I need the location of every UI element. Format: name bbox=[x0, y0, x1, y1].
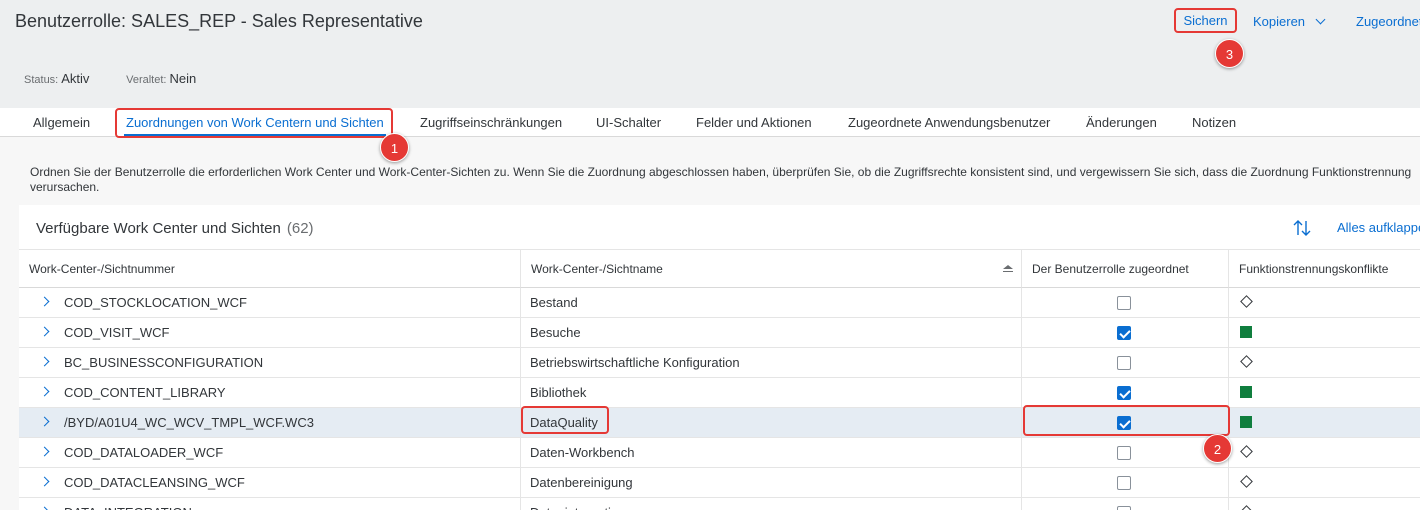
assigned-checkbox[interactable] bbox=[1117, 446, 1131, 460]
tab-fields-actions[interactable]: Felder und Aktionen bbox=[696, 115, 812, 130]
conflict-unknown-diamond-icon bbox=[1240, 445, 1253, 458]
assigned-checkbox[interactable] bbox=[1117, 326, 1131, 340]
cell-number: COD_DATALOADER_WCF bbox=[19, 438, 521, 467]
table-row[interactable]: DATA_INTEGRATION Datenintegration bbox=[19, 498, 1420, 510]
row-name: Betriebswirtschaftliche Konfiguration bbox=[530, 355, 740, 370]
tab-general[interactable]: Allgemein bbox=[33, 115, 90, 130]
assigned-checkbox[interactable] bbox=[1117, 506, 1131, 510]
step-badge-1: 1 bbox=[380, 133, 409, 162]
cell-name: Daten-Workbench bbox=[521, 438, 1022, 467]
copy-label: Kopieren bbox=[1253, 14, 1306, 29]
cell-number: DATA_INTEGRATION bbox=[19, 498, 521, 510]
row-name: Bibliothek bbox=[530, 385, 587, 400]
cell-number: COD_DATACLEANSING_WCF bbox=[19, 468, 521, 497]
column-header-name-label: Work-Center-/Sichtname bbox=[531, 262, 663, 276]
cell-name: Bibliothek bbox=[521, 378, 1022, 407]
column-header-name[interactable]: Work-Center-/Sichtname bbox=[521, 250, 1022, 288]
step-badge-2: 2 bbox=[1203, 434, 1232, 463]
status-value: Aktiv bbox=[61, 71, 90, 86]
cell-number: COD_STOCKLOCATION_WCF bbox=[19, 288, 521, 317]
chevron-down-icon bbox=[1315, 14, 1326, 25]
row-number: BC_BUSINESSCONFIGURATION bbox=[64, 355, 264, 370]
no-conflict-status-icon bbox=[1240, 386, 1252, 398]
cell-name: Bestand bbox=[521, 288, 1022, 317]
cell-name: Besuche bbox=[521, 318, 1022, 347]
table-row[interactable]: COD_CONTENT_LIBRARY Bibliothek bbox=[19, 378, 1420, 408]
cell-number: /BYD/A01U4_WC_WCV_TMPL_WCF.WC3 bbox=[19, 408, 521, 437]
obsolete-label: Veraltet: bbox=[126, 74, 167, 86]
no-conflict-status-icon bbox=[1240, 326, 1252, 338]
tab-notes[interactable]: Notizen bbox=[1192, 115, 1236, 130]
chevron-right-icon[interactable] bbox=[39, 476, 50, 487]
table-toolbar: Verfügbare Work Center und Sichten (62) A… bbox=[19, 205, 1420, 250]
row-name: Besuche bbox=[530, 325, 581, 340]
column-header-number[interactable]: Work-Center-/Sichtnummer bbox=[19, 250, 521, 288]
sort-ascending-icon bbox=[1003, 265, 1013, 272]
chevron-right-icon[interactable] bbox=[39, 356, 50, 367]
cell-number: COD_VISIT_WCF bbox=[19, 318, 521, 347]
assigned-checkbox[interactable] bbox=[1117, 296, 1131, 310]
instruction-text: Ordnen Sie der Benutzerrolle die erforde… bbox=[30, 165, 1412, 194]
cell-name: Betriebswirtschaftliche Konfiguration bbox=[521, 348, 1022, 377]
cell-number: COD_CONTENT_LIBRARY bbox=[19, 378, 521, 407]
chevron-right-icon[interactable] bbox=[39, 326, 50, 337]
no-conflict-status-icon bbox=[1240, 416, 1252, 428]
chevron-right-icon[interactable] bbox=[39, 386, 50, 397]
cell-name: Datenbereinigung bbox=[521, 468, 1022, 497]
assigned-checkbox[interactable] bbox=[1117, 386, 1131, 400]
status-label: Status: bbox=[24, 74, 59, 86]
work-center-table: Verfügbare Work Center und Sichten (62) A… bbox=[19, 205, 1420, 510]
tab-ui-switches[interactable]: UI-Schalter bbox=[596, 115, 661, 130]
chevron-right-icon[interactable] bbox=[39, 506, 50, 510]
row-number: COD_VISIT_WCF bbox=[64, 325, 170, 340]
row-name: Datenbereinigung bbox=[530, 475, 633, 490]
table-count: (62) bbox=[286, 220, 314, 237]
obsolete-value: Nein bbox=[169, 71, 197, 86]
save-button[interactable]: Sichern bbox=[1174, 8, 1237, 33]
status-row: Status: Aktiv Veraltet: Nein bbox=[24, 71, 196, 86]
table-row[interactable]: COD_STOCKLOCATION_WCF Bestand bbox=[19, 288, 1420, 318]
chevron-right-icon[interactable] bbox=[39, 446, 50, 457]
tab-assigned-users[interactable]: Zugeordnete Anwendungsbenutzer bbox=[848, 115, 1050, 130]
table-row[interactable]: COD_DATACLEANSING_WCF Datenbereinigung bbox=[19, 468, 1420, 498]
conflict-unknown-diamond-icon bbox=[1240, 295, 1253, 308]
assigned-button[interactable]: Zugeordnet bbox=[1356, 14, 1420, 29]
conflict-unknown-diamond-icon bbox=[1240, 355, 1253, 368]
column-header-assigned[interactable]: Der Benutzerrolle zugeordnet bbox=[1022, 250, 1229, 288]
table-row[interactable]: BC_BUSINESSCONFIGURATION Betriebswirtscha… bbox=[19, 348, 1420, 378]
row-number: COD_STOCKLOCATION_WCF bbox=[64, 295, 247, 310]
row-name: Datenintegration bbox=[530, 505, 625, 510]
row-number: COD_DATACLEANSING_WCF bbox=[64, 475, 245, 490]
row-number: DATA_INTEGRATION bbox=[64, 498, 192, 510]
cell-number: BC_BUSINESSCONFIGURATION bbox=[19, 348, 521, 377]
chevron-right-icon[interactable] bbox=[39, 416, 50, 427]
chevron-right-icon[interactable] bbox=[39, 296, 50, 307]
tab-access-restrictions[interactable]: Zugriffseinschränkungen bbox=[420, 115, 562, 130]
tab-changes[interactable]: Änderungen bbox=[1086, 115, 1157, 130]
row-number: COD_DATALOADER_WCF bbox=[64, 445, 224, 460]
column-header-conflicts[interactable]: Funktionstrennungskonflikte bbox=[1229, 250, 1420, 288]
expand-all-button[interactable]: Alles aufklappen bbox=[1337, 220, 1420, 235]
cell-name: Datenintegration bbox=[521, 498, 1022, 510]
table-title-text: Verfügbare Work Center und Sichten bbox=[36, 220, 281, 237]
row-number: /BYD/A01U4_WC_WCV_TMPL_WCF.WC3 bbox=[64, 415, 314, 430]
assigned-checkbox[interactable] bbox=[1117, 476, 1131, 490]
table-row[interactable]: COD_VISIT_WCF Besuche bbox=[19, 318, 1420, 348]
step-badge-3: 3 bbox=[1215, 39, 1244, 68]
conflict-unknown-diamond-icon bbox=[1240, 505, 1253, 510]
conflict-unknown-diamond-icon bbox=[1240, 475, 1253, 488]
annotation-highlight-name bbox=[521, 406, 609, 434]
assigned-checkbox[interactable] bbox=[1117, 356, 1131, 370]
table-title: Verfügbare Work Center und Sichten (62) bbox=[36, 220, 314, 237]
copy-button[interactable]: Kopieren bbox=[1253, 14, 1326, 29]
sort-icon[interactable] bbox=[1292, 218, 1312, 238]
annotation-highlight-tab bbox=[115, 108, 393, 138]
row-name: Bestand bbox=[530, 295, 578, 310]
row-number: COD_CONTENT_LIBRARY bbox=[64, 385, 226, 400]
page-title: Benutzerrolle: SALES_REP - Sales Represe… bbox=[15, 11, 423, 31]
annotation-highlight-assigned bbox=[1023, 405, 1230, 436]
row-name: Daten-Workbench bbox=[530, 445, 635, 460]
